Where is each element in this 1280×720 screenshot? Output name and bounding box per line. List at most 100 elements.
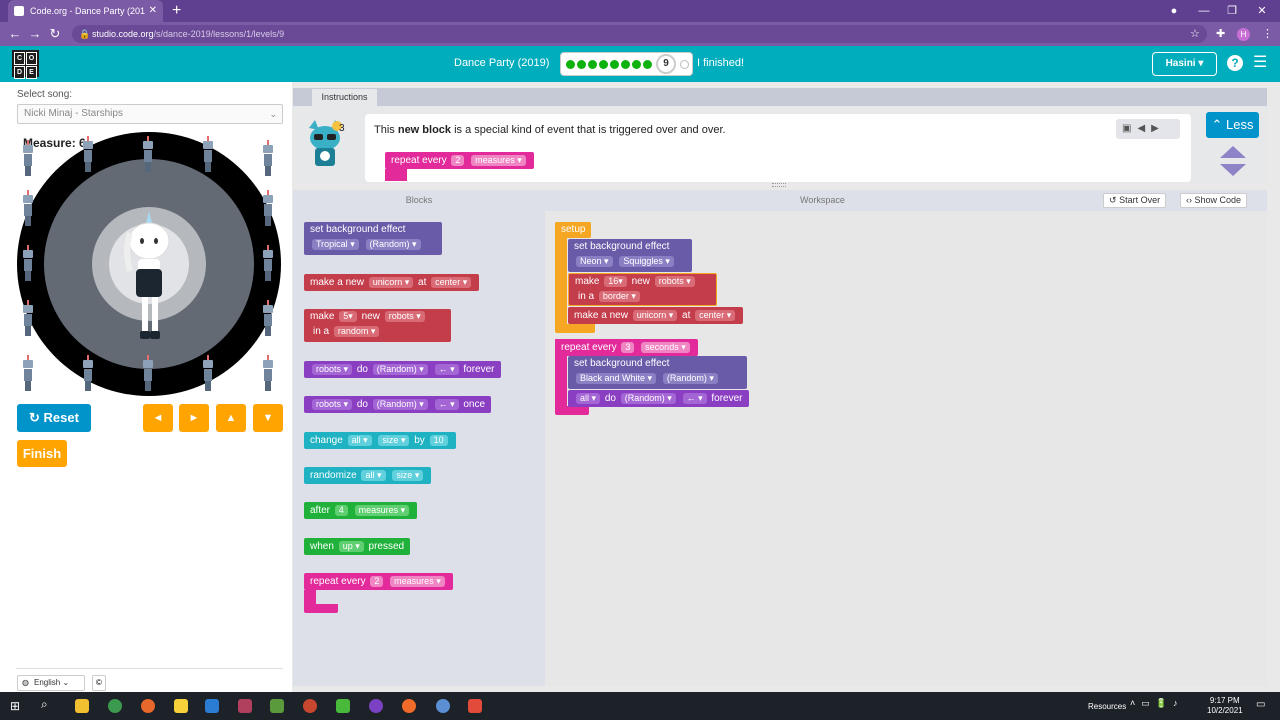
block-make-new-unicorn[interactable]: make a new unicorn ▾ at center ▾ (304, 274, 480, 291)
block-field[interactable]: random ▾ (333, 326, 380, 337)
minimize-button[interactable]: — (1190, 0, 1218, 22)
tab-instructions[interactable]: Instructions (312, 89, 377, 106)
level-dot-complete[interactable] (588, 60, 597, 69)
block-field[interactable]: ← ▾ (682, 393, 707, 404)
level-dot-complete[interactable] (577, 60, 586, 69)
block-after-measures[interactable]: after 4 measures ▾ (304, 502, 418, 519)
block-field[interactable]: robots ▾ (312, 364, 353, 375)
block-field[interactable]: ← ▾ (434, 399, 459, 410)
audio-controls[interactable]: ▣◀▶ (1116, 119, 1180, 139)
level-dot-complete[interactable] (621, 60, 630, 69)
ws-make-new-robots[interactable]: make 16▾ new robots ▾ in a border ▾ (568, 273, 717, 306)
speaker-icon[interactable]: ◀ (1137, 123, 1151, 134)
level-dot-complete[interactable] (610, 60, 619, 69)
block-field[interactable]: robots ▾ (312, 399, 353, 410)
block-field[interactable]: (Random) ▾ (372, 364, 428, 375)
github-icon[interactable] (369, 699, 383, 713)
finish-button[interactable]: Finish (17, 440, 67, 467)
speech-icon[interactable]: ▣ (1122, 123, 1137, 134)
block-field[interactable]: 3 (621, 342, 635, 353)
level-dot-complete[interactable] (643, 60, 652, 69)
block-field[interactable]: (Random) ▾ (365, 239, 421, 250)
maximize-button[interactable]: ❐ (1218, 0, 1246, 22)
code-org-logo[interactable]: C O D E (12, 50, 39, 79)
extensions-icon[interactable]: ✚ (1216, 22, 1225, 46)
block-field[interactable]: center ▾ (695, 310, 736, 321)
block-field[interactable]: all ▾ (361, 470, 386, 481)
resize-handle[interactable] (772, 183, 786, 187)
resources-label[interactable]: Resources (1088, 702, 1126, 711)
block-field[interactable]: robots ▾ (384, 311, 425, 322)
block-field[interactable]: ← ▾ (434, 364, 459, 375)
ws-set-background-effect[interactable]: set background effect Neon ▾ Squiggles ▾ (568, 239, 692, 272)
postman-icon[interactable] (402, 699, 416, 713)
block-field[interactable]: Black and White ▾ (576, 373, 657, 384)
level-dot-incomplete[interactable] (680, 60, 689, 69)
ws-make-new-unicorn[interactable]: make a new unicorn ▾ at center ▾ (568, 307, 744, 324)
browser-tab[interactable]: Code.org - Dance Party (201 ✕ (8, 0, 163, 22)
right-arrow-button[interactable]: ► (179, 404, 209, 432)
block-field[interactable]: measures ▾ (390, 576, 445, 587)
block-field[interactable]: Squiggles ▾ (619, 256, 674, 267)
block-field[interactable]: 10 (429, 435, 448, 446)
forward-button[interactable]: → (26, 22, 44, 46)
block-field[interactable]: border ▾ (598, 291, 640, 302)
block-when-pressed[interactable]: when up ▾ pressed (304, 538, 411, 555)
language-select[interactable]: ◍ English ⌄ (17, 675, 85, 691)
block-field[interactable]: size ▾ (392, 470, 424, 481)
browser-menu-icon[interactable]: ⋮ (1262, 22, 1273, 46)
block-field[interactable]: 2 (370, 576, 384, 587)
play-icon[interactable]: ▶ (1151, 123, 1165, 134)
reset-button[interactable]: ↻ Reset (17, 404, 91, 432)
close-window-button[interactable]: ✕ (1248, 0, 1276, 22)
recorder-icon[interactable] (468, 699, 482, 713)
notifications-icon[interactable]: ▭ (1256, 699, 1265, 710)
block-do-once[interactable]: robots ▾ do (Random) ▾ ← ▾ once (304, 396, 492, 413)
system-tray-icons[interactable]: ˄▭🔋♪ (1130, 698, 1183, 709)
show-code-button[interactable]: ‹› Show Code (1180, 193, 1248, 208)
less-button[interactable]: ⌃ Less (1206, 112, 1259, 138)
lesson-title[interactable]: Dance Party (2019) (454, 57, 549, 69)
sticky-notes-icon[interactable] (174, 699, 188, 713)
block-field[interactable]: 16▾ (604, 276, 627, 287)
block-set-background-effect[interactable]: set background effect Tropical ▾ (Random… (304, 222, 442, 255)
ws-do-forever[interactable]: all ▾ do (Random) ▾ ← ▾ forever (568, 390, 749, 407)
ws-repeat-every-block[interactable]: repeat every 3 seconds ▾ (555, 339, 698, 356)
down-arrow-button[interactable]: ▼ (253, 404, 283, 432)
level-dot-complete[interactable] (599, 60, 608, 69)
finished-link[interactable]: I finished! (697, 57, 744, 69)
block-field[interactable]: up ▾ (338, 541, 364, 552)
block-field[interactable]: center ▾ (431, 277, 472, 288)
block-field[interactable]: 5▾ (339, 311, 357, 322)
hamburger-menu-icon[interactable]: ☰ (1253, 54, 1267, 72)
resize-arrows-icon[interactable] (1218, 146, 1248, 176)
file-explorer-icon[interactable] (75, 699, 89, 713)
block-make-new-robots[interactable]: make 5▾ new robots ▾ in a random ▾ (304, 309, 451, 342)
search-icon[interactable]: ⌕ (41, 697, 48, 712)
block-field[interactable]: seconds ▾ (641, 342, 690, 353)
block-field[interactable]: unicorn ▾ (368, 277, 414, 288)
windows-start-icon[interactable]: ⊞ (10, 699, 24, 713)
url-input[interactable]: 🔒 studio.code.org/s/dance-2019/lessons/1… (72, 25, 1207, 43)
bookmark-star-icon[interactable]: ☆ (1190, 22, 1200, 46)
block-field[interactable]: Neon ▾ (576, 256, 613, 267)
block-field[interactable]: Tropical ▾ (312, 239, 359, 250)
chrome-icon[interactable] (108, 699, 122, 713)
level-dot-complete[interactable] (632, 60, 641, 69)
tab-close-icon[interactable]: ✕ (149, 0, 157, 22)
user-menu-button[interactable]: Hasini ▾ (1152, 52, 1217, 76)
taskbar-clock[interactable]: 9:17 PM 10/2/2021 (1207, 696, 1243, 716)
block-randomize[interactable]: randomize all ▾ size ▾ (304, 467, 432, 484)
record-icon[interactable]: ● (1160, 0, 1188, 22)
block-field[interactable]: all ▾ (576, 393, 601, 404)
notepad-icon[interactable] (270, 699, 284, 713)
help-icon[interactable]: ? (1227, 55, 1243, 71)
left-arrow-button[interactable]: ◄ (143, 404, 173, 432)
firefox-icon[interactable] (141, 699, 155, 713)
current-level-bubble[interactable]: 9 (656, 54, 676, 74)
song-select[interactable]: Nicki Minaj - Starships ⌄ (17, 104, 283, 124)
block-field[interactable]: unicorn ▾ (632, 310, 678, 321)
block-field[interactable]: 4 (334, 505, 348, 516)
app-icon[interactable] (238, 699, 252, 713)
block-field[interactable]: robots ▾ (654, 276, 695, 287)
